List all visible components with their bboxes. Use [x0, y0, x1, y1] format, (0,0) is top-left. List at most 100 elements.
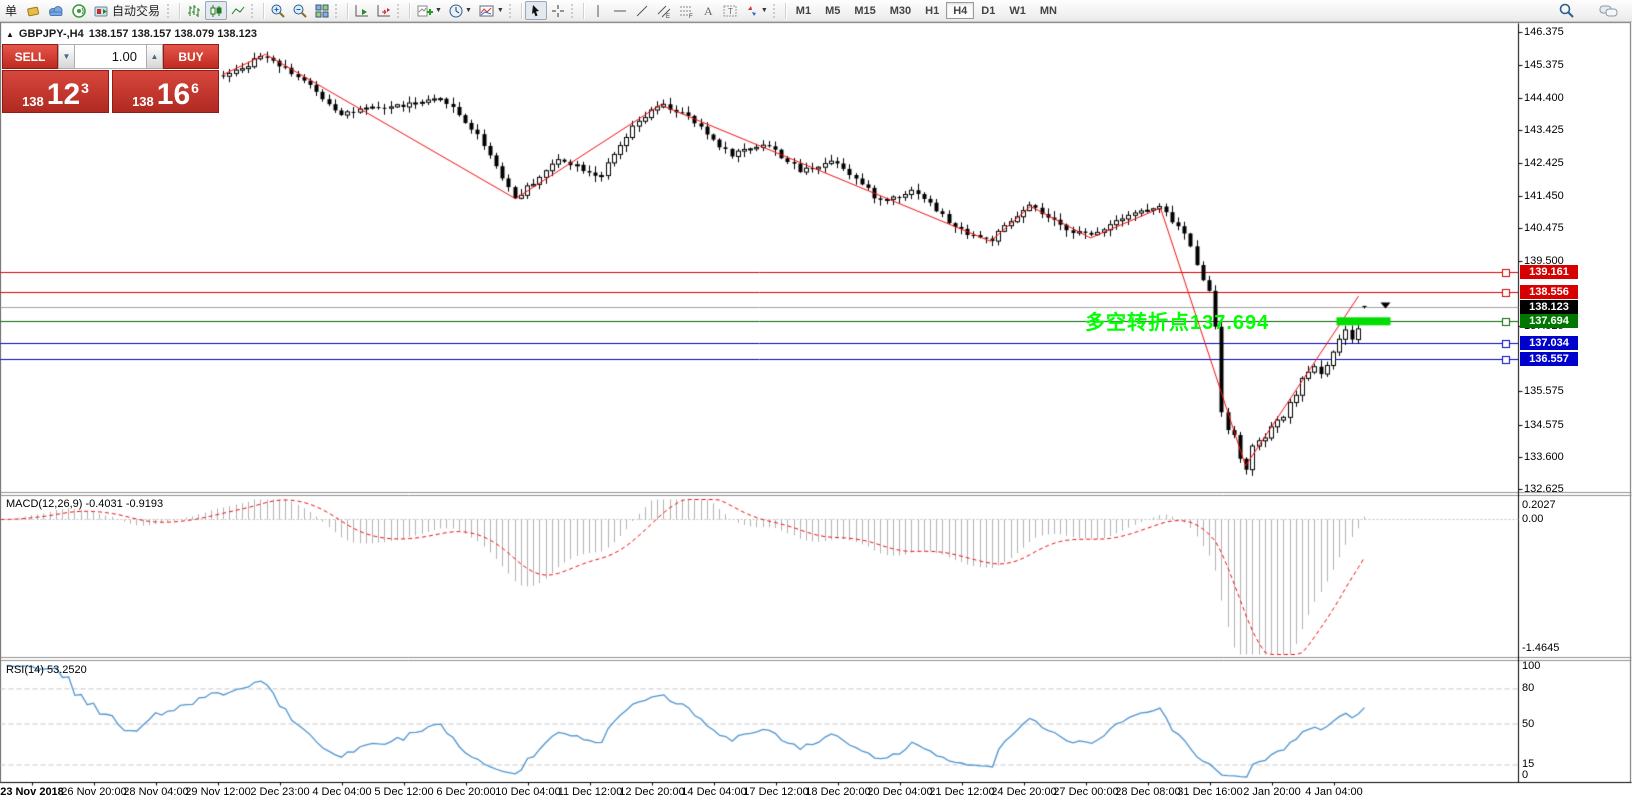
timeframe-button-H4[interactable]: H4	[946, 2, 975, 19]
price-level-badge[interactable]: 138.123	[1520, 299, 1578, 314]
macd-scale-label: -1.4645	[1522, 642, 1560, 654]
time-axis-label: 2 Jan 20:00	[1243, 786, 1301, 798]
mql5-community-icon	[49, 5, 63, 16]
tile-windows-button[interactable]	[311, 1, 333, 20]
price-tick-label: 132.625	[1524, 483, 1564, 496]
time-axis-label: 20 Dec 04:00	[867, 786, 933, 798]
vertical-line-button[interactable]	[587, 1, 609, 20]
periods-clock-icon	[449, 4, 463, 17]
equidistant-channel-button[interactable]: E	[653, 1, 675, 20]
trendline-button[interactable]	[631, 1, 653, 20]
timeframe-button-M5[interactable]: M5	[818, 2, 847, 19]
timeframe-button-M30[interactable]: M30	[883, 2, 918, 19]
chat-button[interactable]	[1596, 1, 1622, 20]
cursor-icon	[531, 4, 539, 16]
candlestick-chart-icon	[210, 4, 222, 17]
periods-button[interactable]: ▼	[445, 1, 475, 20]
chart-canvas[interactable]	[0, 0, 1632, 812]
search-icon	[1559, 3, 1574, 18]
crosshair-button[interactable]	[547, 1, 569, 20]
templates-button[interactable]: ▼	[475, 1, 507, 20]
volume-decrease-button[interactable]: ▼	[58, 44, 75, 69]
macd-scale-label: 0.00	[1522, 513, 1544, 525]
arrows-button[interactable]: ▼	[741, 1, 771, 20]
text-label-button[interactable]: T	[719, 1, 741, 20]
timeframe-toolbar: M1 M5 M15 M30 H1 H4 D1 W1 MN	[789, 2, 1064, 19]
volume-input[interactable]: 1.00	[75, 44, 146, 69]
fibonacci-button[interactable]: F	[675, 1, 697, 20]
periods-caret-icon: ▼	[464, 7, 472, 14]
timeframe-button-D1[interactable]: D1	[974, 2, 1002, 19]
time-axis-label: 14 Dec 04:00	[681, 786, 747, 798]
panel-collapse-icon[interactable]: ▲	[6, 30, 14, 39]
chart-shift-icon	[377, 4, 391, 16]
timeframe-button-MN[interactable]: MN	[1033, 2, 1064, 19]
one-click-trade-panel: SELL ▼ 1.00 ▲ BUY 138 12 3 138 16 6	[2, 44, 219, 113]
svg-text:T: T	[728, 7, 733, 16]
time-axis-label: 21 Dec 12:00	[929, 786, 995, 798]
auto-scroll-icon	[355, 4, 369, 16]
indicators-button[interactable]: ▼	[413, 1, 445, 20]
time-axis-label: 6 Dec 20:00	[436, 786, 496, 798]
price-tick-label: 145.375	[1524, 59, 1564, 72]
price-level-badge[interactable]: 137.694	[1520, 313, 1578, 328]
signals-button[interactable]	[68, 1, 90, 20]
autotrading-button[interactable]: 自动交易	[90, 1, 165, 20]
fibonacci-icon: F	[679, 6, 693, 19]
mql5-community-button[interactable]	[44, 1, 68, 20]
timeframe-button-H1[interactable]: H1	[918, 2, 946, 19]
macd-scale-label: 0.2027	[1522, 499, 1556, 511]
price-tick-label: 142.425	[1524, 157, 1564, 170]
sell-price-button[interactable]: 138 12 3	[2, 70, 109, 113]
zoom-out-button[interactable]	[289, 1, 311, 20]
new-order-button[interactable]: 单	[0, 1, 22, 20]
pivot-annotation-text[interactable]: 多空转折点137.694	[1085, 306, 1269, 335]
time-axis-label: 2 Dec 23:00	[250, 786, 310, 798]
mt4-window: 单 自动交易 ▼ ▼ ▼ E F A T ▼ M1 M5 M15 M30 H1 …	[0, 0, 1632, 812]
chart-shift-button[interactable]	[373, 1, 395, 20]
toolbar-right-group	[1555, 0, 1622, 21]
price-level-badge[interactable]: 137.034	[1520, 335, 1578, 350]
time-axis-label: 23 Nov 2018	[0, 786, 64, 798]
line-chart-button[interactable]	[227, 1, 249, 20]
price-level-badge[interactable]: 138.556	[1520, 285, 1578, 300]
arrows-icon	[747, 5, 756, 16]
price-level-badge[interactable]: 139.161	[1520, 265, 1578, 279]
candlestick-chart-button[interactable]	[205, 1, 228, 20]
price-tick-label: 144.400	[1524, 91, 1564, 104]
time-axis-label: 26 Nov 20:00	[61, 786, 127, 798]
time-axis-label: 17 Dec 12:00	[743, 786, 809, 798]
chart-ohlc-label: 138.157 138.157 138.079 138.123	[88, 28, 257, 40]
sell-button[interactable]: SELL	[2, 44, 58, 69]
svg-text:E: E	[666, 14, 670, 19]
volume-increase-button[interactable]: ▲	[146, 44, 163, 69]
time-axis-label: 29 Nov 12:00	[185, 786, 251, 798]
horizontal-line-button[interactable]	[609, 1, 631, 20]
time-axis-label: 12 Dec 20:00	[619, 786, 685, 798]
gold-box-button[interactable]	[22, 1, 44, 20]
time-axis-label: 10 Dec 04:00	[495, 786, 561, 798]
timeframe-button-M15[interactable]: M15	[847, 2, 882, 19]
search-button[interactable]	[1555, 1, 1578, 20]
bar-chart-button[interactable]	[183, 1, 205, 20]
text-label-icon: T	[723, 5, 737, 16]
sell-price-prefix: 138	[22, 94, 44, 109]
autotrading-icon	[94, 6, 108, 16]
chart-symbol-label: GBPJPY-,H4	[18, 28, 84, 40]
timeframe-button-M1[interactable]: M1	[789, 2, 818, 19]
indicators-icon	[417, 5, 434, 16]
cursor-button[interactable]	[524, 1, 547, 20]
rsi-scale-label: 80	[1522, 682, 1535, 695]
time-axis-label: 4 Dec 04:00	[312, 786, 372, 798]
price-level-badge[interactable]: 136.557	[1520, 351, 1578, 366]
trendline-icon	[636, 5, 648, 16]
zoom-in-button[interactable]	[267, 1, 289, 20]
auto-scroll-button[interactable]	[351, 1, 373, 20]
price-tick-label: 135.575	[1524, 385, 1564, 398]
down-arrow-icon: ▼	[62, 52, 71, 61]
rsi-scale-label: 0	[1522, 769, 1529, 781]
timeframe-button-W1[interactable]: W1	[1002, 2, 1033, 19]
buy-button[interactable]: BUY	[163, 44, 219, 69]
buy-price-button[interactable]: 138 16 6	[112, 70, 219, 113]
text-button[interactable]: A	[697, 1, 719, 20]
